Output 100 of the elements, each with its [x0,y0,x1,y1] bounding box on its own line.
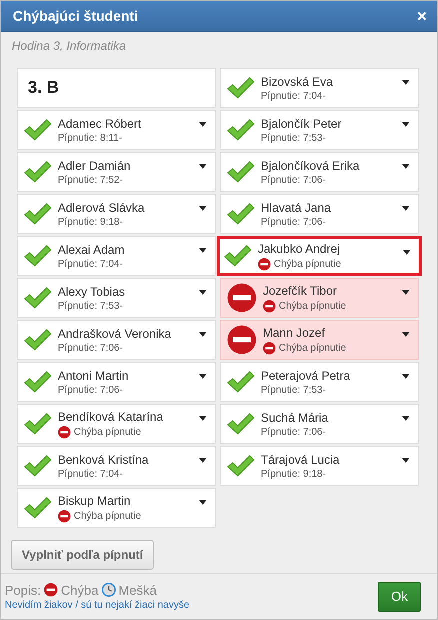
student-card[interactable]: Mann Jozef Chýba pípnutie [220,320,419,360]
caret-icon[interactable] [402,290,410,295]
no-entry-icon [258,258,271,270]
student-note: Pípnutie: 7:53- [261,132,326,144]
student-note: Pípnutie: 7:04- [58,468,124,480]
student-name: Antoni Martin [58,368,129,382]
student-card[interactable]: Bjalončík Peter Pípnutie: 7:53- [220,110,419,150]
student-card[interactable]: Suchá Mária Pípnutie: 7:06- [220,404,419,444]
student-note: Chýba pípnutie [279,300,346,312]
students-link[interactable]: Nevidím žiakov / sú tu nejakí žiaci navyše [5,600,190,610]
student-note: Chýba pípnutie [74,426,142,438]
caret-icon[interactable] [403,250,411,255]
student-name: Biskup Martin [58,494,132,508]
no-entry-icon [44,583,58,597]
checkmark-icon [227,455,255,477]
student-card[interactable]: Jozefčík Tibor Chýba pípnutie [220,278,419,318]
caret-icon[interactable] [199,248,207,253]
student-card[interactable]: Andrašková Veronika Pípnutie: 7:06- [17,320,216,360]
student-note: Pípnutie: 7:52- [58,174,124,186]
ok-button[interactable]: Ok [378,582,421,612]
caret-icon[interactable] [199,122,207,127]
checkmark-icon [24,161,52,183]
caret-icon[interactable] [199,332,207,337]
student-card[interactable]: Alexai Adam Pípnutie: 7:04- [17,236,216,276]
no-entry-icon [263,300,276,312]
checkmark-icon [24,329,52,351]
checkmark-icon [24,371,52,393]
student-card[interactable]: Hlavatá Jana Pípnutie: 7:06- [220,194,419,234]
caret-icon[interactable] [402,80,410,85]
checkmark-icon [227,371,255,393]
student-card-selected[interactable]: Jakubko Andrej Chýba pípnutie [217,236,422,276]
student-card[interactable]: Alexy Tobias Pípnutie: 7:53- [17,278,216,318]
student-name: Adler Damián [58,158,131,172]
student-name: Tárajová Lucia [261,452,340,466]
caret-icon[interactable] [402,332,410,337]
close-button[interactable]: × [417,8,427,24]
caret-icon[interactable] [402,122,410,127]
caret-icon[interactable] [199,290,207,295]
legend-absent: Chýba [61,582,99,598]
student-name: Bjalončíková Erika [261,158,360,172]
checkmark-icon [24,497,52,519]
student-name: Jakubko Andrej [258,242,342,256]
caret-icon[interactable] [402,458,410,463]
caret-icon[interactable] [402,416,410,421]
student-card[interactable]: Adlerová Slávka Pípnutie: 9:18- [17,194,216,234]
student-card[interactable]: Bendíková Katarína Chýba pípnutie [17,404,216,444]
student-name: Adamec Róbert [58,116,142,130]
student-name: Hlavatá Jana [261,200,332,214]
fill-button[interactable]: Vyplniť podľa pípnutí [11,540,154,570]
checkmark-icon [227,77,255,99]
student-name: Bjalončík Peter [261,116,342,130]
student-note: Pípnutie: 7:53- [261,384,326,396]
student-name: Andrašková Veronika [58,326,172,340]
checkmark-icon [227,119,255,141]
lesson-subtitle: Hodina 3, Informatika [12,39,126,53]
student-card[interactable]: Antoni Martin Pípnutie: 7:06- [17,362,216,402]
caret-icon[interactable] [199,164,207,169]
student-card[interactable]: Bizovská Eva Pípnutie: 7:04- [220,68,419,108]
student-note: Pípnutie: 8:11- [58,132,122,144]
student-note: Pípnutie: 7:06- [261,426,326,438]
no-entry-icon [227,283,257,313]
no-entry-icon [58,510,71,522]
caret-icon[interactable] [402,164,410,169]
student-card[interactable]: Biskup Martin Chýba pípnutie [17,488,216,528]
caret-icon[interactable] [199,500,207,505]
no-entry-icon [227,325,257,355]
caret-icon[interactable] [199,206,207,211]
student-name: Adlerová Slávka [58,200,145,214]
student-name: Benková Kristína [58,452,149,466]
checkmark-icon [227,413,255,435]
student-card[interactable]: Tárajová Lucia Pípnutie: 9:18- [220,446,419,486]
student-note: Pípnutie: 7:04- [58,258,124,270]
student-note: Pípnutie: 7:06- [261,216,326,228]
student-note: Chýba pípnutie [274,258,342,270]
student-note: Pípnutie: 7:06- [58,384,124,396]
legend-late: Mešká [118,582,158,598]
student-card[interactable]: Adler Damián Pípnutie: 7:52- [17,152,216,192]
caret-icon[interactable] [402,206,410,211]
student-card[interactable]: Bjalončíková Erika Pípnutie: 7:06- [220,152,419,192]
caret-icon[interactable] [199,458,207,463]
student-name: Mann Jozef [263,326,326,340]
student-card[interactable]: Benková Kristína Pípnutie: 7:04- [17,446,216,486]
student-name: Peterajová Petra [261,368,350,382]
checkmark-icon [24,287,52,309]
student-note: Pípnutie: 7:06- [58,342,124,354]
student-note: Pípnutie: 7:06- [261,174,326,186]
student-card[interactable]: Adamec Róbert Pípnutie: 8:11- [17,110,216,150]
no-entry-icon [263,342,276,354]
student-note: Pípnutie: 7:04- [261,90,326,102]
student-name: Bendíková Katarína [58,410,164,424]
student-note: Pípnutie: 7:53- [58,300,124,312]
student-card[interactable]: Peterajová Petra Pípnutie: 7:53- [220,362,419,402]
caret-icon[interactable] [199,416,207,421]
caret-icon[interactable] [199,374,207,379]
checkmark-icon [24,203,52,225]
caret-icon[interactable] [402,374,410,379]
checkmark-icon [24,455,52,477]
student-note: Pípnutie: 9:18- [58,216,124,228]
no-entry-icon [58,426,71,438]
checkmark-icon [24,119,52,141]
